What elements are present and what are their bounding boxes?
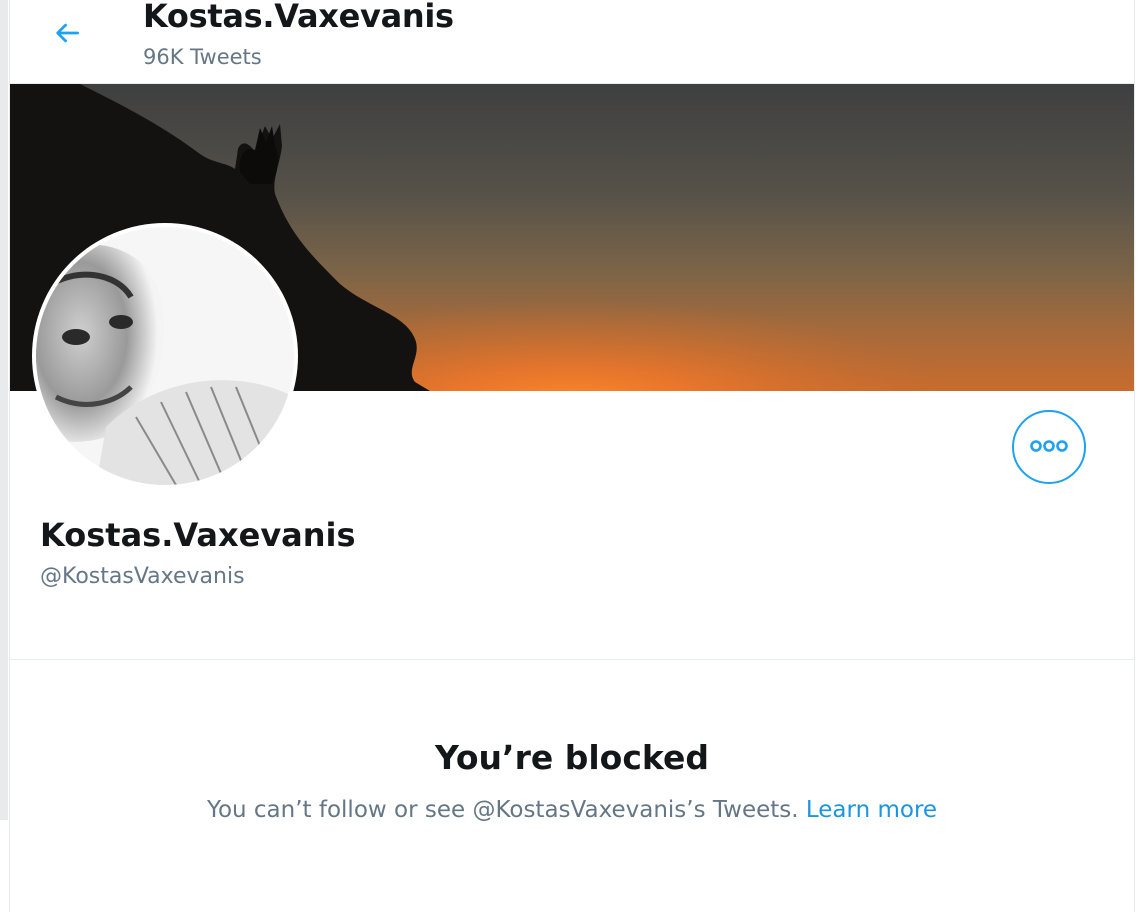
avatar-image bbox=[36, 227, 294, 485]
blocked-notice: You’re blocked You can’t follow or see @… bbox=[10, 734, 1134, 826]
section-divider bbox=[10, 659, 1134, 660]
left-scroll-rail bbox=[0, 0, 8, 820]
tweet-count: 96K Tweets bbox=[143, 45, 262, 69]
more-options-button[interactable] bbox=[1012, 410, 1086, 484]
page: Kostas.Vaxevanis 96K Tweets Kostas.Vaxev… bbox=[0, 0, 1142, 912]
learn-more-link[interactable]: Learn more bbox=[806, 797, 937, 823]
blocked-message-text: You can’t follow or see @KostasVaxevanis… bbox=[206, 797, 799, 823]
profile-avatar[interactable] bbox=[32, 223, 298, 489]
blocked-message: You can’t follow or see @KostasVaxevanis… bbox=[10, 794, 1134, 826]
display-name: Kostas.Vaxevanis bbox=[40, 516, 356, 554]
profile-header: Kostas.Vaxevanis 96K Tweets bbox=[10, 0, 1134, 84]
ellipsis-icon bbox=[1029, 438, 1069, 457]
arrow-left-icon bbox=[51, 17, 83, 53]
blocked-title: You’re blocked bbox=[435, 738, 709, 777]
user-handle: @KostasVaxevanis bbox=[40, 564, 245, 589]
header-title: Kostas.Vaxevanis bbox=[143, 0, 454, 35]
profile-column: Kostas.Vaxevanis 96K Tweets Kostas.Vaxev… bbox=[9, 0, 1135, 912]
back-button[interactable] bbox=[40, 8, 94, 62]
